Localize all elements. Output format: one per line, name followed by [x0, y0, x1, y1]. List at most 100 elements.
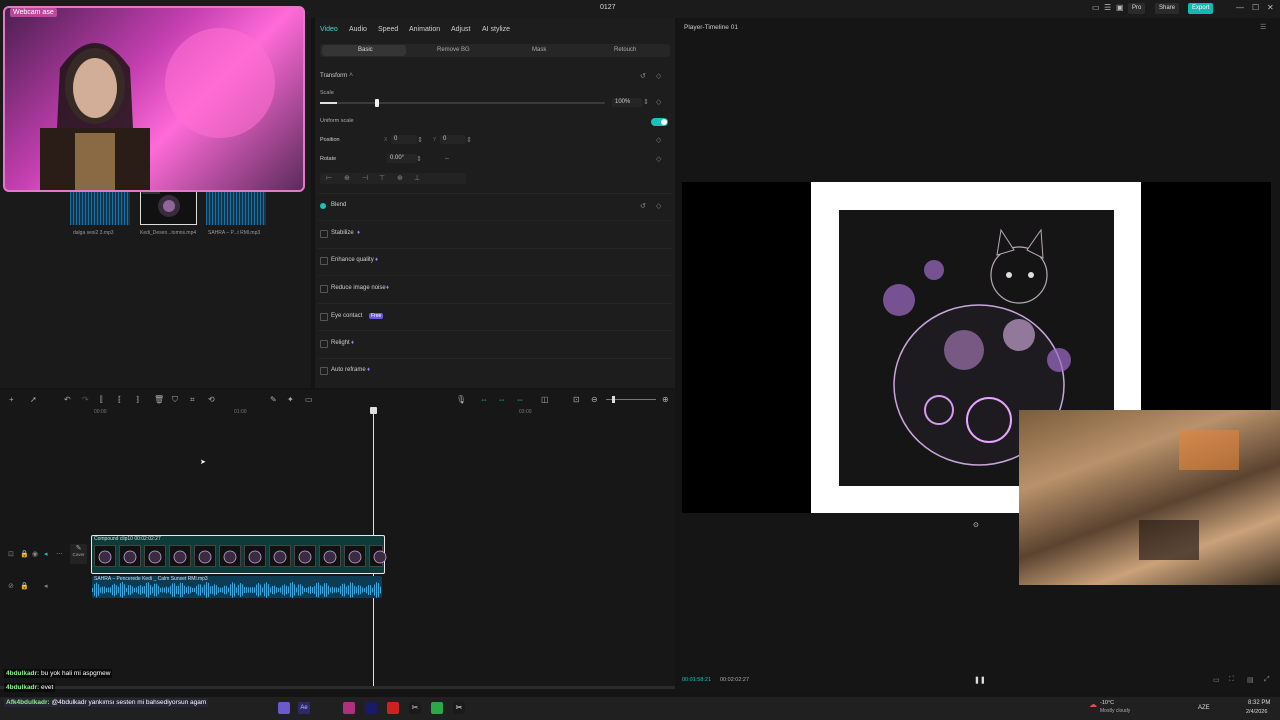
scale-input[interactable]: 100% [612, 98, 642, 107]
recenter-icon[interactable]: ⊙ [973, 521, 979, 529]
snap-icon[interactable]: ⇔ [498, 395, 506, 404]
app-icon[interactable] [365, 702, 377, 714]
track-audio-icon[interactable]: ◂ [44, 550, 48, 558]
eye-contact-label[interactable]: Eye contact [331, 313, 362, 319]
tab-video[interactable]: Video [320, 26, 338, 33]
position-x-input[interactable]: 0 [391, 135, 417, 144]
capcut-icon[interactable]: ✂ [453, 702, 465, 714]
redo-icon[interactable]: ↷ [82, 395, 89, 404]
fullscreen-icon[interactable]: ⤢ [1264, 676, 1270, 684]
timeline-scrollbar[interactable] [0, 686, 675, 689]
auto-reframe-label[interactable]: Auto reframe [331, 367, 366, 373]
layout-icon[interactable]: ▭ [1092, 3, 1100, 12]
enhance-quality-label[interactable]: Enhance quality [331, 257, 374, 263]
export-button[interactable]: Export [1188, 3, 1214, 14]
weather-icon[interactable]: ☁ [1089, 700, 1097, 709]
zoom-in-icon[interactable]: ⊕ [662, 395, 669, 404]
track-lock-icon[interactable]: ⊡ [8, 550, 14, 558]
track-volume-icon[interactable]: ◂ [44, 582, 48, 590]
cover-button[interactable]: ✎ Cover [70, 544, 87, 564]
subtab-mask[interactable]: Mask [532, 47, 546, 53]
subtab-retouch[interactable]: Retouch [614, 47, 636, 53]
keyframe-icon[interactable]: ◇ [656, 136, 661, 144]
subtab-remove-bg[interactable]: Remove BG [437, 47, 470, 53]
align-bottom-icon[interactable]: ⊥ [414, 174, 420, 182]
tab-adjust[interactable]: Adjust [451, 26, 470, 33]
track-lock-icon[interactable]: ⊘ [8, 582, 14, 590]
tab-audio[interactable]: Audio [349, 26, 367, 33]
track-visibility-icon[interactable]: ◉ [32, 550, 38, 558]
ai-icon[interactable]: ✦ [287, 395, 294, 404]
app-icon[interactable] [343, 702, 355, 714]
scale-slider-handle[interactable] [375, 99, 379, 107]
tab-animation[interactable]: Animation [409, 26, 440, 33]
align-left-icon[interactable]: ⊢ [326, 174, 332, 182]
align-right-icon[interactable]: ⊣ [362, 174, 368, 182]
auto-reframe-checkbox[interactable] [320, 367, 328, 375]
reduce-noise-checkbox[interactable] [320, 285, 328, 293]
position-y-input[interactable]: 0 [440, 135, 466, 144]
blend-checkbox[interactable] [320, 203, 326, 209]
enhance-quality-checkbox[interactable] [320, 257, 328, 265]
crop-icon[interactable]: ⛶ [1229, 676, 1234, 684]
align-middle-icon[interactable]: ⊕ [397, 174, 403, 182]
maximize-icon[interactable]: ☐ [1252, 3, 1259, 12]
mirror-icon[interactable]: ⟲ [208, 395, 215, 404]
keyframe-icon[interactable]: ◇ [656, 202, 661, 210]
pause-icon[interactable]: ❚❚ [974, 676, 986, 684]
uniform-scale-toggle[interactable] [651, 118, 668, 126]
fit-icon[interactable]: ▭ [1213, 676, 1220, 684]
clock-date[interactable]: 2/4/2026 [1246, 709, 1267, 715]
align-top-icon[interactable]: ⊤ [379, 174, 385, 182]
stabilize-checkbox[interactable] [320, 230, 328, 238]
stepper-icon[interactable]: ⇕ [416, 155, 422, 163]
track-lock-icon[interactable]: 🔒 [20, 582, 29, 590]
fit-timeline-icon[interactable]: ⊡ [573, 395, 580, 404]
language-indicator[interactable]: AZE [1198, 705, 1210, 711]
tab-ai-stylize[interactable]: AI stylize [482, 26, 510, 33]
chevron-up-icon[interactable]: ˄ [349, 72, 353, 79]
split-right-icon[interactable]: ⁆ [136, 395, 139, 404]
stabilize-label[interactable]: Stabilize [331, 230, 354, 236]
preview-icon[interactable]: ◫ [541, 395, 549, 404]
keyframe-icon[interactable]: ◇ [656, 155, 661, 163]
menu-icon[interactable]: ☰ [1260, 23, 1266, 31]
panel-icon[interactable]: ▣ [1116, 3, 1124, 12]
magnet-icon[interactable]: ⇔ [516, 395, 524, 404]
capcut-icon[interactable]: ✂ [409, 702, 421, 714]
rotate-dash[interactable]: – [445, 155, 449, 162]
app-icon[interactable] [387, 702, 399, 714]
app-icon[interactable] [431, 702, 443, 714]
scale-slider-track[interactable] [320, 99, 605, 107]
mic-icon[interactable]: 🎙 [456, 395, 466, 404]
keyframe-icon[interactable]: ◇ [656, 98, 661, 106]
split-left-icon[interactable]: ⁅ [118, 395, 121, 404]
keyframe-icon[interactable]: ◇ [656, 72, 661, 80]
undo-icon[interactable]: ↶ [64, 395, 71, 404]
stepper-icon[interactable]: ⇕ [643, 98, 649, 106]
subtab-basic[interactable]: Basic [358, 47, 373, 53]
split-icon[interactable]: ⫿ [100, 395, 103, 405]
pro-button[interactable]: Pro [1128, 3, 1146, 14]
delete-icon[interactable]: 🗑 [154, 395, 164, 404]
select-icon[interactable]: ➚ [30, 395, 37, 404]
share-button[interactable]: Share [1155, 3, 1180, 14]
magic-icon[interactable]: ✎ [270, 395, 277, 404]
caption-icon[interactable]: ▭ [305, 395, 313, 404]
link-icon[interactable]: ⇔ [480, 395, 488, 404]
blend-label[interactable]: Blend [331, 202, 346, 208]
zoom-slider-handle[interactable] [612, 396, 615, 403]
transform-label[interactable]: Transform [320, 73, 347, 79]
ratio-icon[interactable]: ▤ [1247, 676, 1254, 684]
app-icon[interactable] [278, 702, 290, 714]
crop-tool-icon[interactable]: ⌗ [190, 395, 195, 405]
close-icon[interactable]: ✕ [1267, 3, 1274, 12]
minimize-icon[interactable]: — [1236, 3, 1244, 12]
clock-time[interactable]: 8:32 PM [1248, 700, 1270, 706]
rotate-input[interactable]: 0.00° [387, 154, 417, 163]
reduce-noise-label[interactable]: Reduce image noise [331, 285, 386, 291]
add-icon[interactable]: + [9, 395, 14, 404]
reset-icon[interactable]: ↺ [640, 202, 646, 210]
zoom-out-icon[interactable]: ⊖ [591, 395, 598, 404]
relight-label[interactable]: Relight [331, 340, 350, 346]
